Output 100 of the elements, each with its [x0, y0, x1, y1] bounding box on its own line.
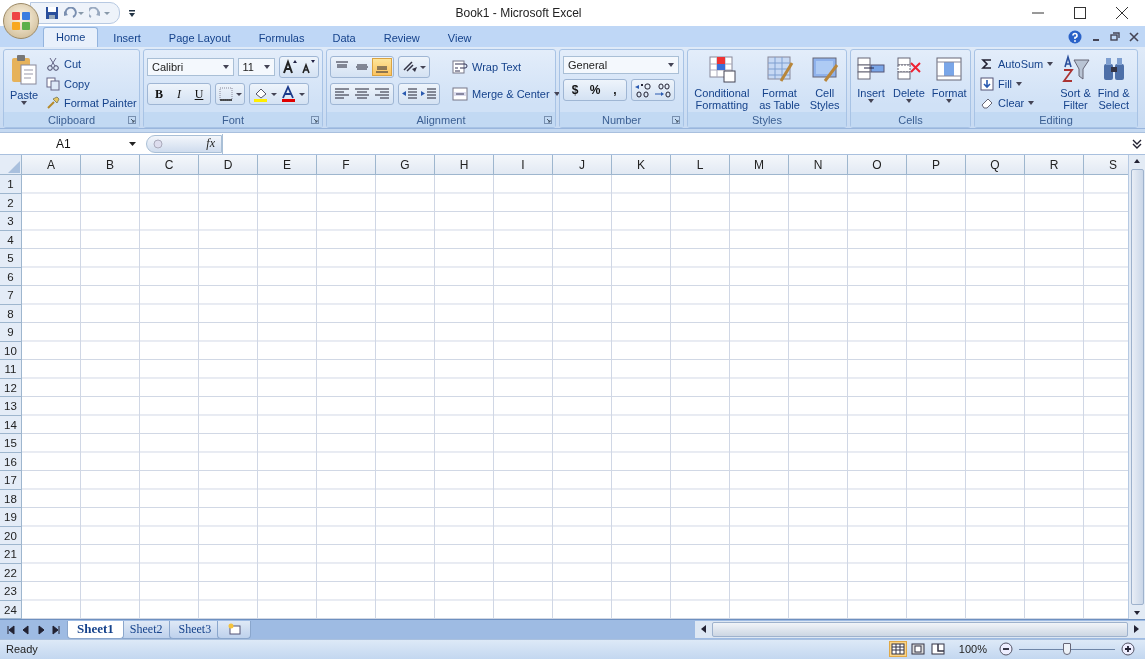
- number-format-button[interactable]: %: [585, 83, 605, 98]
- view-button[interactable]: [888, 641, 907, 658]
- row-header[interactable]: 1: [0, 175, 22, 194]
- sheet-nav-icon[interactable]: [6, 624, 16, 635]
- styles-button[interactable]: Conditional Formatting: [692, 53, 752, 113]
- styles-button[interactable]: Cell Styles: [807, 53, 842, 113]
- decrease-decimal-icon[interactable]: [653, 81, 673, 100]
- scroll-left-icon[interactable]: [699, 624, 709, 635]
- styles-button[interactable]: Format as Table: [757, 53, 802, 113]
- column-header[interactable]: R: [1025, 155, 1084, 176]
- row-header[interactable]: 15: [0, 434, 22, 453]
- editing-button[interactable]: Clear: [978, 94, 1056, 113]
- column-header[interactable]: F: [317, 155, 376, 176]
- row-header[interactable]: 5: [0, 249, 22, 268]
- insert-sheet-button[interactable]: [217, 620, 252, 639]
- maximize-icon[interactable]: [1073, 6, 1087, 21]
- sheet-tab[interactable]: Sheet1: [67, 620, 124, 639]
- clipboard-button[interactable]: Format Painter: [44, 94, 139, 113]
- dialog-launcher-icon[interactable]: [128, 116, 136, 125]
- close-icon[interactable]: [1129, 31, 1139, 42]
- row-header[interactable]: 21: [0, 545, 22, 564]
- row-header[interactable]: 13: [0, 397, 22, 416]
- column-header[interactable]: O: [848, 155, 907, 176]
- zoom-out-icon[interactable]: [999, 642, 1013, 657]
- editing-button[interactable]: Sort & Filter: [1058, 53, 1093, 113]
- font-name-field[interactable]: Calibri: [147, 58, 234, 77]
- sheet-nav-icon[interactable]: [51, 624, 61, 635]
- dialog-launcher-icon[interactable]: [544, 116, 552, 125]
- column-header[interactable]: N: [789, 155, 848, 176]
- column-header[interactable]: P: [907, 155, 966, 176]
- help-icon[interactable]: [1068, 29, 1082, 44]
- clipboard-button[interactable]: Copy: [44, 74, 139, 93]
- ribbon-tab[interactable]: Page Layout: [155, 28, 244, 48]
- save-icon[interactable]: [45, 6, 59, 21]
- column-header[interactable]: A: [22, 155, 81, 176]
- row-header[interactable]: 7: [0, 286, 22, 305]
- row-header[interactable]: 3: [0, 212, 22, 231]
- scroll-right-icon[interactable]: [1131, 624, 1141, 635]
- sheet-nav-icon[interactable]: [21, 624, 31, 635]
- expand-icon[interactable]: [1132, 137, 1142, 150]
- view-button[interactable]: [908, 641, 927, 658]
- column-header[interactable]: Q: [966, 155, 1025, 176]
- cells-button[interactable]: Delete: [891, 53, 927, 113]
- font-color-icon[interactable]: [279, 85, 307, 104]
- column-header[interactable]: C: [140, 155, 199, 176]
- ribbon-tab[interactable]: Data: [319, 28, 369, 48]
- editing-button[interactable]: Find & Select: [1095, 53, 1132, 113]
- column-header[interactable]: E: [258, 155, 317, 176]
- font-style-button[interactable]: U: [189, 86, 209, 102]
- editing-button[interactable]: AutoSum: [978, 55, 1056, 73]
- column-header[interactable]: K: [612, 155, 671, 176]
- ribbon-tab[interactable]: Home: [43, 27, 99, 48]
- name-box[interactable]: A1: [0, 136, 140, 151]
- insert-function-button[interactable]: fx: [206, 136, 215, 152]
- column-header[interactable]: G: [376, 155, 435, 176]
- number-format-button[interactable]: $: [565, 83, 585, 98]
- borders-icon[interactable]: [217, 85, 243, 104]
- scrollbar-thumb[interactable]: [1130, 169, 1144, 606]
- view-button[interactable]: [928, 641, 947, 658]
- merge-center-button[interactable]: Merge & Center: [450, 83, 562, 106]
- column-header[interactable]: S: [1084, 155, 1128, 176]
- font-style-button[interactable]: I: [169, 86, 189, 102]
- number-format-field[interactable]: General: [563, 56, 679, 75]
- dialog-launcher-icon[interactable]: [672, 116, 680, 125]
- row-header[interactable]: 9: [0, 323, 22, 342]
- editing-button[interactable]: Fill: [978, 74, 1056, 93]
- column-header[interactable]: J: [553, 155, 612, 176]
- dialog-launcher-icon[interactable]: [311, 116, 319, 125]
- column-header[interactable]: L: [671, 155, 730, 176]
- zoom-level[interactable]: 100%: [958, 643, 987, 656]
- handle-icon[interactable]: [153, 138, 163, 149]
- close-icon[interactable]: [1115, 6, 1129, 21]
- scrollbar-thumb[interactable]: [712, 621, 1128, 637]
- paste-button[interactable]: Paste: [7, 53, 41, 113]
- ribbon-tab[interactable]: Insert: [100, 28, 154, 48]
- clipboard-button[interactable]: Cut: [44, 55, 139, 73]
- column-header[interactable]: D: [199, 155, 258, 176]
- number-format-button[interactable]: ,: [605, 83, 625, 98]
- sheet-nav-icon[interactable]: [36, 624, 46, 635]
- ribbon-tab[interactable]: Formulas: [245, 28, 318, 48]
- font-size-field[interactable]: 11: [237, 58, 275, 77]
- ribbon-tab[interactable]: Review: [370, 28, 433, 48]
- row-header[interactable]: 11: [0, 360, 22, 379]
- ribbon-tab[interactable]: View: [434, 28, 485, 48]
- column-header[interactable]: H: [435, 155, 494, 176]
- column-header[interactable]: B: [81, 155, 140, 176]
- restore-icon[interactable]: [1110, 31, 1120, 42]
- row-header[interactable]: 17: [0, 471, 22, 490]
- column-header[interactable]: I: [494, 155, 553, 176]
- row-header[interactable]: 23: [0, 582, 22, 601]
- vertical-align-button[interactable]: [372, 58, 392, 77]
- customize-toolbar-icon[interactable]: [128, 8, 136, 19]
- wrap-text-button[interactable]: Wrap Text: [450, 56, 562, 79]
- zoom-slider-thumb[interactable]: [1063, 642, 1071, 655]
- cells-button[interactable]: Insert: [854, 53, 888, 113]
- column-header[interactable]: M: [730, 155, 789, 176]
- font-style-button[interactable]: B: [149, 86, 169, 102]
- cells-button[interactable]: Format: [929, 53, 969, 113]
- row-header[interactable]: 19: [0, 508, 22, 527]
- zoom-in-icon[interactable]: [1121, 642, 1135, 657]
